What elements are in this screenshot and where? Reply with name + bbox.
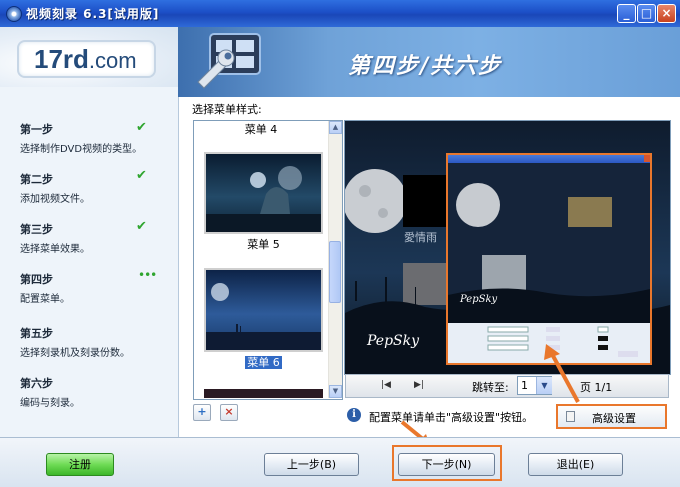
maximize-button[interactable]: □ (637, 4, 656, 23)
step-3: 第三步 选择菜单效果。 (20, 221, 170, 255)
step-desc: 选择菜单效果。 (20, 244, 90, 255)
next-step-button[interactable]: 下一步(N) (398, 453, 495, 476)
scrollbar-thumb[interactable] (329, 241, 341, 303)
add-icon[interactable]: + (193, 404, 211, 421)
step-title: 第六步 (20, 377, 53, 390)
window-title: 视频刻录 6.3[试用版] (26, 7, 160, 21)
step-title: 第一步 (20, 123, 53, 136)
step-5: 第五步 选择刻录机及刻录份数。 (20, 325, 170, 359)
previous-step-button[interactable]: 上一步(B) (264, 453, 359, 476)
close-button[interactable]: × (657, 4, 676, 23)
menu-style-label: 选择菜单样式: (192, 103, 262, 116)
step-desc: 选择制作DVD视频的类型。 (20, 144, 143, 155)
settings-icon (566, 411, 575, 422)
logo-text: 17rd.com (34, 44, 137, 74)
menu-item-text: 愛情雨 (404, 231, 437, 244)
step-title: 第三步 (20, 223, 53, 236)
inset-title-bar (448, 155, 650, 163)
scroll-down-icon[interactable]: ▼ (329, 385, 342, 398)
remove-icon[interactable]: × (220, 404, 238, 421)
menu-thumbnail-6[interactable] (204, 268, 323, 352)
step-desc: 配置菜单。 (20, 294, 70, 305)
annotation-arrow (544, 344, 580, 403)
minimize-button[interactable]: _ (617, 4, 636, 23)
check-icon: ✔ (136, 120, 147, 135)
menu-thumbnail-5[interactable] (204, 152, 323, 234)
first-page-icon[interactable]: |◀ (381, 380, 391, 390)
step-title: 第五步 (20, 327, 53, 340)
menu-thumbnail-label[interactable]: 菜单 4 (193, 121, 329, 137)
step-6: 第六步 编码与刻录。 (20, 375, 170, 409)
check-icon: ✔ (136, 219, 147, 234)
step-desc: 添加视频文件。 (20, 194, 90, 205)
app-disc-icon (6, 6, 22, 22)
exit-button[interactable]: 退出(E) (528, 453, 623, 476)
menu-thumbnail-label[interactable]: 菜单 6 (204, 354, 323, 370)
in-progress-icon: ••• (138, 268, 157, 282)
menu-thumbnail-label[interactable]: 菜单 5 (204, 236, 323, 252)
preview-caption: PepSky (367, 333, 420, 349)
step-progress-title: 第四步/共六步 (348, 53, 503, 79)
register-button[interactable]: 注册 (46, 453, 114, 476)
menu-thumbnail-7[interactable] (204, 389, 323, 398)
advanced-settings-label: 高级设置 (592, 412, 636, 425)
inset-caption: PepSky (460, 294, 498, 305)
last-page-icon[interactable]: ▶| (414, 380, 424, 390)
scroll-up-icon[interactable]: ▲ (329, 121, 342, 134)
step-desc: 编码与刻录。 (20, 398, 80, 409)
step-2: 第二步 添加视频文件。 (20, 171, 170, 205)
inset-close-icon (644, 155, 650, 162)
advanced-settings-preview (446, 153, 652, 365)
film-wrench-icon (197, 33, 261, 89)
inset-scene (448, 155, 650, 363)
info-text: 配置菜单请单击"高级设置"按钮。 (369, 411, 534, 424)
step-title: 第二步 (20, 173, 53, 186)
check-icon: ✔ (136, 168, 147, 183)
step-1: 第一步 选择制作DVD视频的类型。 (20, 121, 170, 155)
jump-to-label: 跳转至: (472, 381, 509, 394)
info-icon: i (347, 408, 361, 422)
step-desc: 选择刻录机及刻录份数。 (20, 348, 130, 359)
